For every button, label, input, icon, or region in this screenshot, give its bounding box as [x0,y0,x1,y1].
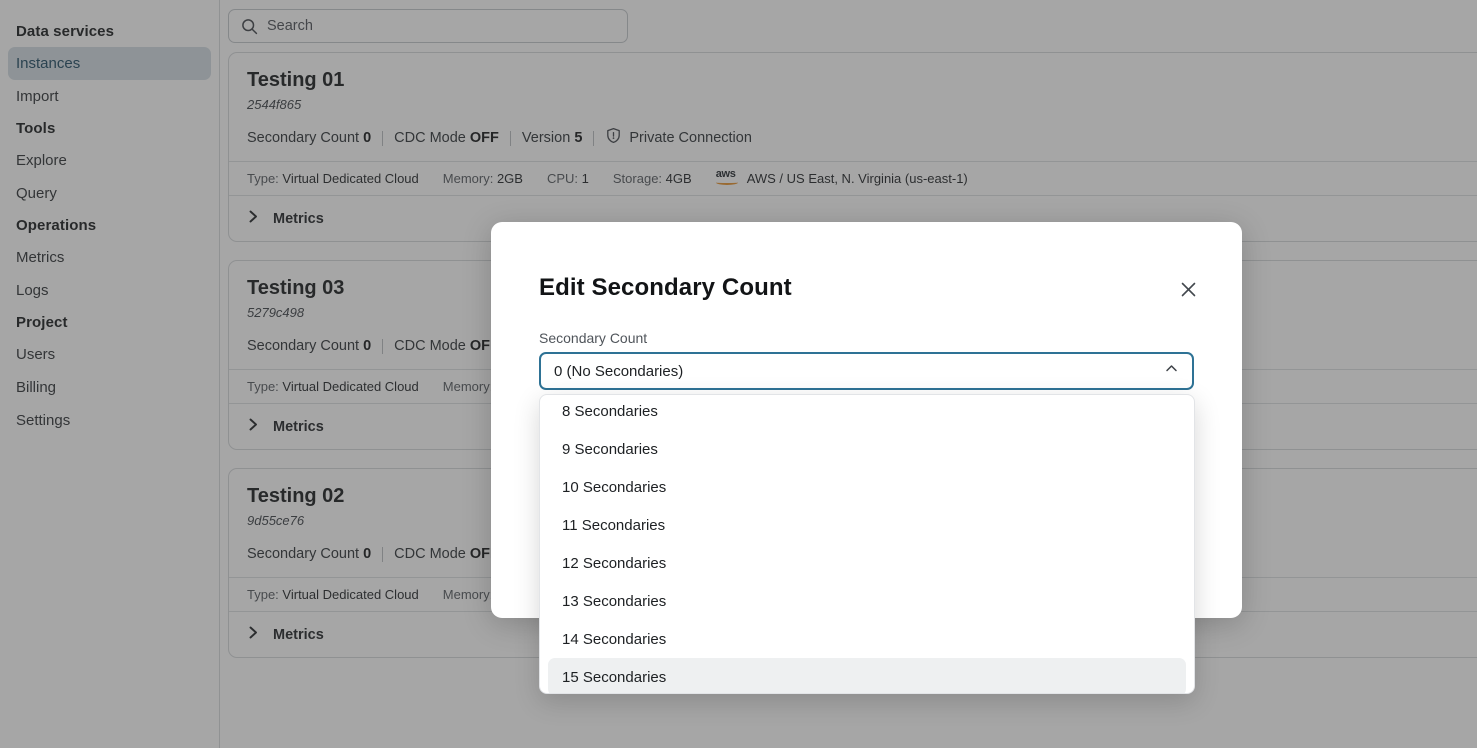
dropdown-option[interactable]: 11 Secondaries [548,506,1186,544]
dropdown-option[interactable]: 10 Secondaries [548,468,1186,506]
dropdown-option[interactable]: 13 Secondaries [548,582,1186,620]
dropdown-option[interactable]: 15 Secondaries [548,658,1186,693]
secondary-count-select-value: 0 (No Secondaries) [554,362,684,380]
dropdown-option[interactable]: 12 Secondaries [548,544,1186,582]
modal-title: Edit Secondary Count [539,274,792,301]
close-icon[interactable] [1175,276,1202,303]
dropdown-option[interactable]: 9 Secondaries [548,430,1186,468]
dropdown-option[interactable]: 14 Secondaries [548,620,1186,658]
secondary-count-label: Secondary Count [539,330,648,346]
secondary-count-dropdown[interactable]: 8 Secondaries 9 Secondaries 10 Secondaries… [539,394,1195,694]
secondary-count-select[interactable]: 0 (No Secondaries) [539,352,1194,390]
app-root: Data services Instances Import Tools Explore… [0,0,1477,748]
modal-header: Edit Secondary Count [491,222,1242,303]
dropdown-option[interactable]: 8 Secondaries [548,395,1186,430]
chevron-up-icon [1163,360,1180,382]
